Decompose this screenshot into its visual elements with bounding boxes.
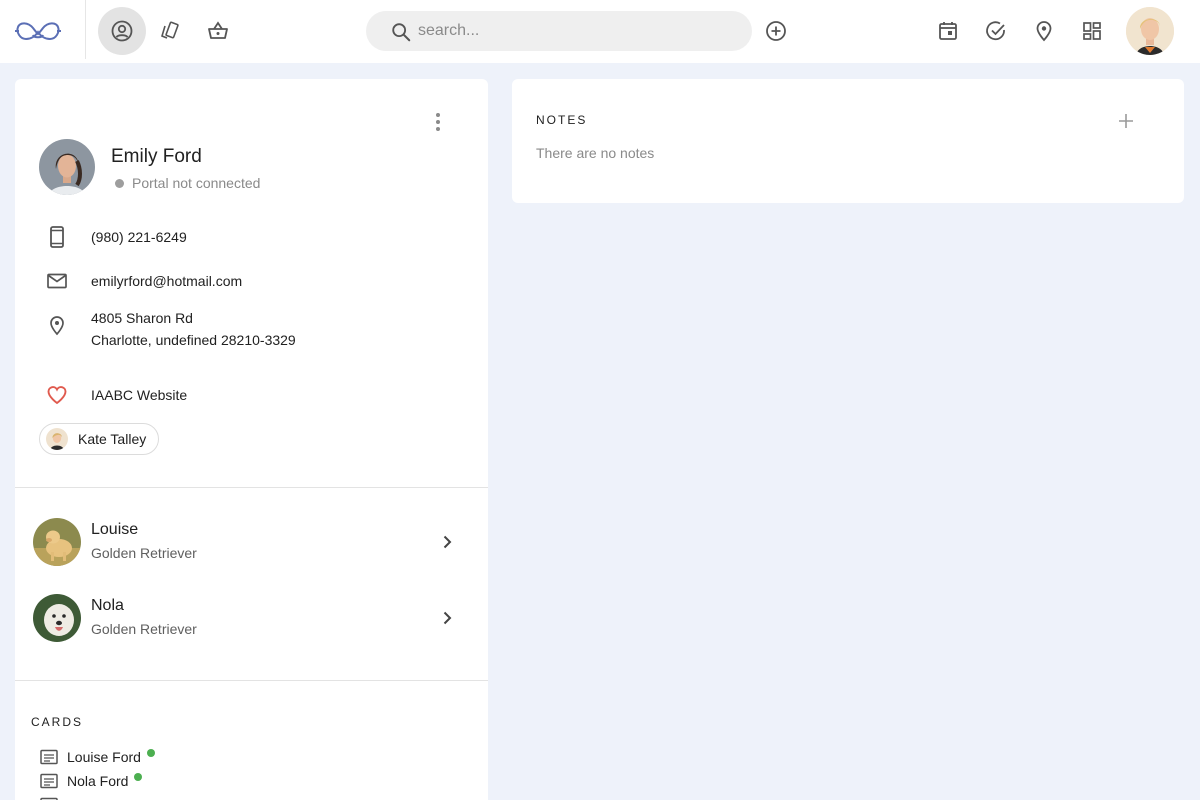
check-circle-icon <box>986 21 1005 41</box>
phone-icon <box>45 225 69 249</box>
user-avatar-image <box>1126 7 1174 55</box>
email-address[interactable]: emilyrford@hotmail.com <box>91 270 242 292</box>
pet-name: Nola <box>91 597 124 614</box>
location-pin-icon <box>1036 21 1052 42</box>
location-pin-icon <box>45 313 69 337</box>
card-icon <box>40 797 58 800</box>
card-item[interactable]: Nola Ford <box>39 771 143 791</box>
more-options-button[interactable] <box>425 109 451 135</box>
nav-tags-button[interactable] <box>146 7 194 55</box>
phone-number[interactable]: (980) 221-6249 <box>91 226 187 248</box>
dashboard-button[interactable] <box>1068 7 1116 55</box>
cards-section-title: CARDS <box>31 715 84 729</box>
card-name: Louise Ford <box>67 749 141 765</box>
phone-row: (980) 221-6249 <box>45 225 187 249</box>
client-avatar <box>39 139 95 195</box>
staff-chip[interactable]: Kate Talley <box>39 423 160 455</box>
tasks-button[interactable] <box>972 7 1020 55</box>
heart-icon <box>45 383 69 407</box>
more-vert-icon <box>436 113 440 131</box>
tags-icon <box>161 21 179 39</box>
basket-icon <box>208 21 228 39</box>
address-line-2[interactable]: Charlotte, undefined 28210-3329 <box>91 329 296 351</box>
section-divider <box>15 680 488 681</box>
staff-avatar <box>46 428 68 450</box>
referral-row: IAABC Website <box>45 383 187 407</box>
section-divider <box>15 487 488 488</box>
email-icon <box>45 269 69 293</box>
pet-avatar <box>33 594 81 642</box>
nav-basket-button[interactable] <box>194 7 242 55</box>
chevron-right-icon <box>443 535 452 549</box>
app-logo-icon[interactable] <box>14 19 62 45</box>
client-panel: Emily Ford Portal not connected (980) 22… <box>15 79 488 800</box>
search-input[interactable] <box>418 19 718 43</box>
locations-button[interactable] <box>1020 7 1068 55</box>
top-bar <box>0 0 1200 63</box>
add-button[interactable] <box>752 7 800 55</box>
logo-divider <box>85 0 86 59</box>
calendar-icon <box>939 22 957 40</box>
card-icon <box>40 773 58 789</box>
portal-status: Portal not connected <box>115 175 260 191</box>
referral-source: IAABC Website <box>91 387 188 403</box>
chevron-right-icon <box>443 611 452 625</box>
nav-clients-button[interactable] <box>98 7 146 55</box>
client-name: Emily Ford <box>111 146 202 167</box>
card-item[interactable]: Louise Ford <box>39 747 155 767</box>
pet-breed: Golden Retriever <box>91 621 197 637</box>
notes-section-title: NOTES <box>536 113 588 127</box>
notes-panel: NOTES There are no notes <box>512 79 1184 203</box>
search-icon <box>392 23 411 42</box>
pet-row-nola[interactable]: Nola Golden Retriever <box>33 594 463 646</box>
email-row: emilyrford@hotmail.com <box>45 269 242 293</box>
portal-status-text: Portal not connected <box>132 175 261 191</box>
pet-name: Louise <box>91 521 139 538</box>
notes-empty-text: There are no notes <box>536 145 655 161</box>
card-item-partial[interactable] <box>39 795 67 800</box>
client-avatar-image <box>39 139 95 195</box>
add-circle-icon <box>766 21 786 41</box>
pet-row-louise[interactable]: Louise Golden Retriever <box>33 518 463 570</box>
card-status-dot <box>146 749 155 757</box>
calendar-button[interactable] <box>924 7 972 55</box>
address-line-1[interactable]: 4805 Sharon Rd <box>91 307 193 329</box>
status-dot <box>115 178 124 188</box>
user-avatar[interactable] <box>1126 7 1174 55</box>
card-icon <box>40 749 58 765</box>
card-name: Nola Ford <box>67 773 129 789</box>
add-note-button[interactable] <box>1116 111 1136 131</box>
dashboard-icon <box>1083 22 1101 40</box>
account-circle-icon <box>111 20 133 42</box>
card-status-dot <box>134 773 143 781</box>
pet-breed: Golden Retriever <box>91 545 197 561</box>
search-bar[interactable] <box>366 11 752 51</box>
plus-icon <box>1119 114 1133 128</box>
staff-name: Kate Talley <box>78 431 147 447</box>
address-row: 4805 Sharon Rd Charlotte, undefined 2821… <box>45 310 296 348</box>
pet-avatar <box>33 518 81 566</box>
